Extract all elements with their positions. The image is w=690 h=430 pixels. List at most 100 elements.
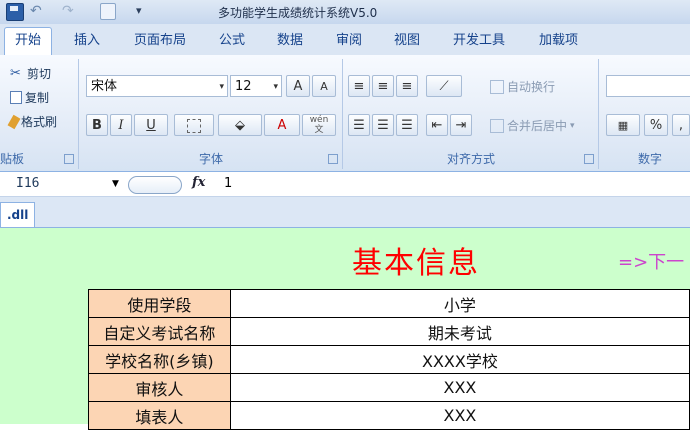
font-size-value: 12 xyxy=(235,79,252,94)
sheet-title: 基本信息 xyxy=(352,246,480,281)
accounting-icon: ▦ xyxy=(617,119,629,132)
clipboard-group: ✂ 剪切 复制 格式刷 贴板 xyxy=(0,59,79,169)
save-icon[interactable] xyxy=(6,3,24,21)
row-value[interactable]: XXXX学校 xyxy=(229,345,690,374)
wrap-text-label: 自动换行 xyxy=(507,80,556,94)
tab-developer[interactable]: 开发工具 xyxy=(453,30,505,52)
tab-formulas[interactable]: 公式 xyxy=(219,30,245,52)
document-tab-bar: .dll xyxy=(0,197,690,228)
row-label[interactable]: 审核人 xyxy=(88,373,231,402)
table-row: 使用学段 小学 xyxy=(88,289,690,318)
basic-info-table: 使用学段 小学 自定义考试名称 期未考试 学校名称(乡镇) XXXX学校 审核人… xyxy=(88,289,690,430)
comma-style-button[interactable]: , xyxy=(672,114,690,136)
increase-indent-button[interactable]: ⇥ xyxy=(450,114,472,136)
print-preview-icon[interactable] xyxy=(100,3,116,20)
dropdown-arrow-icon: ▾ xyxy=(219,82,224,92)
copy-button[interactable]: 复制 xyxy=(10,89,49,106)
tab-page-layout[interactable]: 页面布局 xyxy=(134,30,186,52)
align-top-icon: ≡ xyxy=(353,79,365,94)
row-value[interactable]: 期未考试 xyxy=(229,317,690,346)
tab-data[interactable]: 数据 xyxy=(277,30,303,52)
tab-insert[interactable]: 插入 xyxy=(74,30,100,52)
align-bottom-button[interactable]: ≡ xyxy=(396,75,418,97)
font-size-combo[interactable]: 12 ▾ xyxy=(230,75,282,97)
format-painter-button[interactable]: 格式刷 xyxy=(7,113,57,130)
row-label[interactable]: 填表人 xyxy=(88,401,231,430)
align-left-icon: ☰ xyxy=(353,118,365,133)
undo-icon[interactable]: ↶ xyxy=(30,3,46,19)
merge-cells-icon xyxy=(490,118,504,133)
wrap-text-button[interactable]: 自动换行 xyxy=(490,78,555,95)
border-button[interactable] xyxy=(174,114,214,136)
row-label[interactable]: 使用学段 xyxy=(88,289,231,318)
table-row: 审核人 XXX xyxy=(88,373,690,402)
shrink-font-button[interactable]: A xyxy=(312,75,336,97)
align-middle-button[interactable]: ≡ xyxy=(372,75,394,97)
formula-controls xyxy=(128,176,182,194)
alignment-launcher-icon[interactable] xyxy=(584,154,594,164)
align-left-button[interactable]: ☰ xyxy=(348,114,370,136)
next-page-link[interactable]: =>下一 xyxy=(618,248,684,274)
fill-color-button[interactable]: ⬙ xyxy=(218,114,262,136)
dropdown-arrow-icon: ▾ xyxy=(570,120,575,131)
italic-button[interactable]: I xyxy=(110,114,132,136)
copy-label: 复制 xyxy=(25,91,50,105)
ribbon: ✂ 剪切 复制 格式刷 贴板 宋体 ▾ 12 ▾ A A B I U ⬙ A w… xyxy=(0,55,690,172)
font-group-label: 字体 xyxy=(198,152,223,166)
font-name-value: 宋体 xyxy=(91,79,118,94)
text-orientation-icon: ⟋ xyxy=(439,79,449,94)
row-label[interactable]: 学校名称(乡镇) xyxy=(88,345,231,374)
align-center-button[interactable]: ☰ xyxy=(372,114,394,136)
cut-button[interactable]: ✂ 剪切 xyxy=(10,65,51,82)
tab-add-ins[interactable]: 加载项 xyxy=(539,30,578,52)
align-right-button[interactable]: ☰ xyxy=(396,114,418,136)
worksheet-area[interactable]: 基本信息 =>下一 使用学段 小学 自定义考试名称 期未考试 学校名称(乡镇) … xyxy=(0,228,690,430)
indent-icon: ⇥ xyxy=(455,118,467,133)
phonetic-guide-button[interactable]: wén 文 xyxy=(302,114,336,136)
align-bottom-icon: ≡ xyxy=(401,79,413,94)
customize-quick-access-button[interactable]: ▾ xyxy=(136,3,152,19)
align-right-icon: ☰ xyxy=(401,118,413,133)
clipboard-launcher-icon[interactable] xyxy=(64,154,74,164)
orientation-button[interactable]: ⟋ xyxy=(426,75,462,97)
window-title: 多功能学生成绩统计系统V5.0 xyxy=(218,6,378,20)
percent-style-button[interactable]: % xyxy=(644,114,668,136)
formula-input[interactable]: 1 xyxy=(224,175,232,193)
align-top-button[interactable]: ≡ xyxy=(348,75,370,97)
bold-button[interactable]: B xyxy=(86,114,108,136)
tab-home[interactable]: 开始 xyxy=(4,27,53,56)
row-value[interactable]: XXX xyxy=(229,401,690,430)
cut-label: 剪切 xyxy=(27,67,52,81)
table-row: 学校名称(乡镇) XXXX学校 xyxy=(88,345,690,374)
tab-review[interactable]: 审阅 xyxy=(336,30,362,52)
redo-icon[interactable]: ↷ xyxy=(62,3,78,19)
decrease-indent-button[interactable]: ⇤ xyxy=(426,114,448,136)
number-group-label: 数字 xyxy=(637,152,662,166)
number-group: ▦ % , 数字 xyxy=(600,59,690,169)
merge-center-button[interactable]: 合并后居中 ▾ xyxy=(490,117,575,134)
row-value[interactable]: XXX xyxy=(229,373,690,402)
font-launcher-icon[interactable] xyxy=(328,154,338,164)
underline-button[interactable]: U xyxy=(134,114,168,136)
paint-bucket-icon: ⬙ xyxy=(235,118,245,133)
tab-view[interactable]: 视图 xyxy=(394,30,420,52)
grow-font-button[interactable]: A xyxy=(286,75,310,97)
table-row: 填表人 XXX xyxy=(88,401,690,430)
row-label[interactable]: 自定义考试名称 xyxy=(88,317,231,346)
dropdown-arrow-icon[interactable]: ▼ xyxy=(112,175,119,193)
table-row: 自定义考试名称 期未考试 xyxy=(88,317,690,346)
ribbon-tab-bar: 开始 插入 页面布局 公式 数据 审阅 视图 开发工具 加载项 xyxy=(0,24,690,56)
border-icon xyxy=(187,119,201,133)
insert-function-button[interactable]: fx xyxy=(192,175,205,190)
outdent-icon: ⇤ xyxy=(431,118,443,133)
merge-center-label: 合并后居中 xyxy=(507,119,568,133)
document-tab[interactable]: .dll xyxy=(0,202,36,227)
accounting-format-button[interactable]: ▦ xyxy=(606,114,640,136)
alignment-group: ≡ ≡ ≡ ⟋ 自动换行 ☰ ☰ ☰ ⇤ ⇥ 合并后居中 ▾ 对齐方式 xyxy=(344,59,599,169)
name-box[interactable]: I16 xyxy=(0,175,120,193)
row-value[interactable]: 小学 xyxy=(229,289,690,318)
number-format-combo[interactable] xyxy=(606,75,690,97)
font-name-combo[interactable]: 宋体 ▾ xyxy=(86,75,228,97)
paintbrush-icon xyxy=(7,114,21,129)
font-color-button[interactable]: A xyxy=(264,114,300,136)
